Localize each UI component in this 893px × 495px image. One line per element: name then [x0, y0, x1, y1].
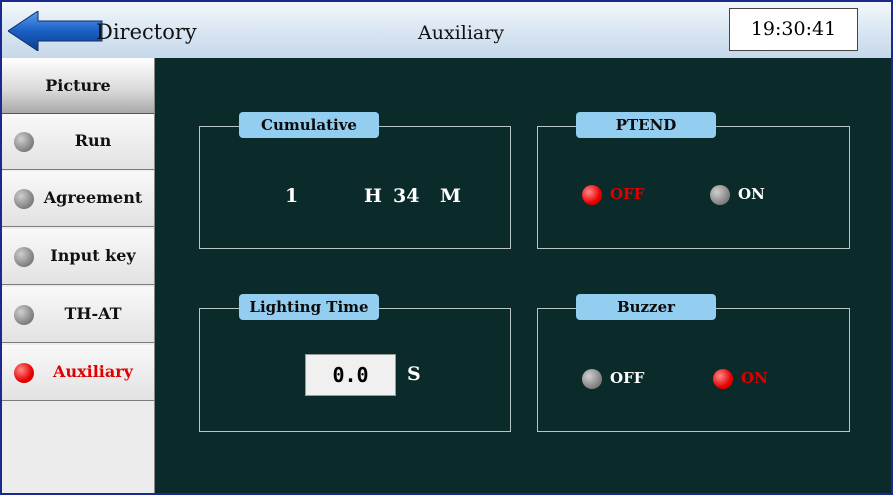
main-panel: Cumulative 1 H 34 M PTEND OFF ON Lightin…: [155, 58, 891, 493]
sidebar-item-auxiliary[interactable]: Auxiliary: [2, 345, 154, 401]
seconds-unit: S: [407, 363, 421, 385]
sidebar-item-agreement[interactable]: Agreement: [2, 171, 154, 227]
header-bar: Directory Auxiliary 19:30:41: [2, 2, 891, 58]
status-indicator-icon: [14, 132, 34, 152]
ptend-off-radio[interactable]: OFF: [582, 183, 672, 207]
cumulative-title: Cumulative: [239, 112, 379, 138]
radio-indicator-icon: [710, 185, 730, 205]
sidebar-item-label: Input key: [50, 246, 136, 265]
picture-label: Picture: [45, 76, 111, 95]
page-title: Auxiliary: [418, 22, 505, 44]
cumulative-hours: 1: [285, 185, 299, 207]
radio-indicator-icon: [713, 369, 733, 389]
status-indicator-icon: [14, 363, 34, 383]
sidebar-item-label: Run: [74, 131, 112, 150]
ptend-title: PTEND: [576, 112, 716, 138]
sidebar-item-label: TH-AT: [64, 304, 122, 323]
buzzer-title: Buzzer: [576, 294, 716, 320]
sidebar-item-input-key[interactable]: Input key: [2, 229, 154, 285]
ptend-on-label: ON: [738, 185, 765, 203]
ptend-off-label: OFF: [610, 185, 645, 203]
hmi-screen: Directory Auxiliary 19:30:41 Picture Run…: [0, 0, 893, 495]
directory-label: Directory: [96, 20, 197, 44]
buzzer-off-radio[interactable]: OFF: [582, 367, 672, 391]
lighting-time-input[interactable]: 0.0: [305, 354, 396, 396]
sidebar-item-run[interactable]: Run: [2, 114, 154, 170]
sidebar-item-th-at[interactable]: TH-AT: [2, 287, 154, 343]
picture-button[interactable]: Picture: [2, 58, 154, 114]
radio-indicator-icon: [582, 369, 602, 389]
sidebar-item-label: Auxiliary: [53, 362, 133, 381]
directory-back-button[interactable]: Directory: [8, 8, 208, 54]
clock-display: 19:30:41: [729, 8, 858, 51]
status-indicator-icon: [14, 189, 34, 209]
radio-indicator-icon: [582, 185, 602, 205]
status-indicator-icon: [14, 305, 34, 325]
back-arrow-icon: [8, 11, 103, 51]
sidebar-item-label: Agreement: [43, 188, 143, 207]
buzzer-on-label: ON: [741, 369, 768, 387]
minutes-unit: M: [440, 185, 462, 207]
buzzer-off-label: OFF: [610, 369, 645, 387]
cumulative-panel: [199, 126, 511, 249]
cumulative-minutes: 34: [393, 185, 420, 207]
buzzer-on-radio[interactable]: ON: [713, 367, 793, 391]
ptend-on-radio[interactable]: ON: [710, 183, 790, 207]
lighting-time-title: Lighting Time: [239, 294, 379, 320]
sidebar: Picture Run Agreement Input key TH-AT Au…: [2, 58, 155, 493]
hours-unit: H: [364, 185, 382, 207]
status-indicator-icon: [14, 247, 34, 267]
